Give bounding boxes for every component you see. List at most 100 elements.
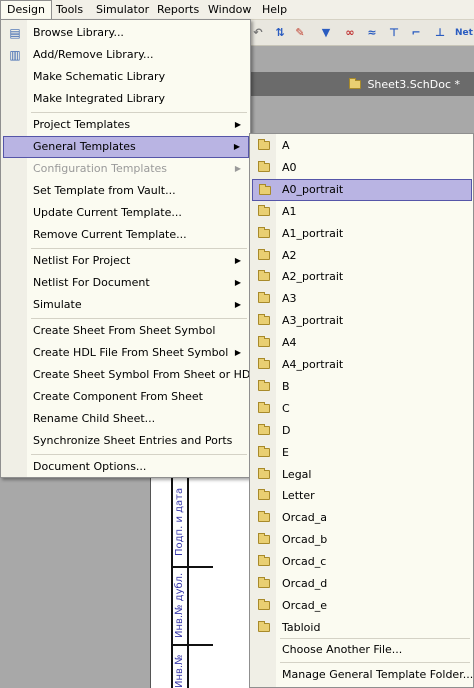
template-item[interactable]: A1_portrait (252, 223, 472, 245)
template-item[interactable]: Orcad_d (252, 573, 472, 595)
template-item[interactable]: A0_portrait (252, 178, 472, 201)
create-sheet-from-symbol-item[interactable]: Create Sheet From Sheet Symbol (3, 320, 249, 342)
template-item[interactable]: Orcad_e (252, 595, 472, 617)
wire-icon[interactable]: ∞ (342, 25, 358, 41)
power-port-icon[interactable]: ⊥ (432, 25, 448, 41)
general-templates-submenu: A A0 A0_portrait A1 A1_portrait A2 A2_portrait… (249, 133, 474, 688)
document-options-item[interactable]: Document Options... (3, 456, 249, 478)
submenu-arrow-icon: ▶ (234, 120, 241, 129)
set-template-from-vault-item[interactable]: Set Template from Vault... (3, 180, 249, 202)
template-label: A1 (282, 204, 297, 218)
simulate-item[interactable]: Simulate ▶ (3, 294, 249, 316)
template-item[interactable]: A0 (252, 157, 472, 179)
submenu-arrow-icon: ▶ (234, 164, 241, 173)
item-label: Browse Library... (33, 26, 124, 39)
manage-template-folder-item[interactable]: Manage General Template Folder... (252, 664, 474, 686)
template-item[interactable]: Orcad_a (252, 507, 472, 529)
template-label: A0_portrait (282, 182, 344, 196)
create-component-from-sheet-item[interactable]: Create Component From Sheet (3, 386, 249, 408)
remove-current-template-item[interactable]: Remove Current Template... (3, 224, 249, 246)
template-item[interactable]: B (252, 376, 472, 398)
template-item[interactable]: A2_portrait (252, 266, 472, 288)
update-current-template-item[interactable]: Update Current Template... (3, 202, 249, 224)
folder-icon (258, 401, 270, 413)
template-item[interactable]: A2 (252, 245, 472, 267)
synchronize-sheet-entries-item[interactable]: Synchronize Sheet Entries and Ports (3, 430, 249, 452)
folder-icon (258, 139, 270, 150)
signal-harness-icon[interactable]: ⌐ (408, 25, 424, 41)
template-label: C (282, 401, 290, 415)
make-integrated-library-item[interactable]: Make Integrated Library (3, 88, 249, 110)
menu-simulator[interactable]: Simulator (90, 0, 155, 20)
menu-window[interactable]: Window (202, 0, 257, 20)
template-item[interactable]: C (252, 398, 472, 420)
template-item[interactable]: A4 (252, 332, 472, 354)
sheet-label-sign-date: Подп. и дата (174, 487, 185, 556)
item-label: Document Options... (33, 460, 147, 473)
add-remove-library-item[interactable]: ▥ Add/Remove Library... (3, 44, 249, 66)
wand-icon[interactable]: ✎ (292, 25, 308, 41)
submenu-arrow-icon: ▶ (234, 278, 241, 287)
sheet-label-inv-dup: Инв.№ дубл. (174, 572, 185, 638)
folder-icon (258, 358, 270, 369)
rename-child-sheet-item[interactable]: Rename Child Sheet... (3, 408, 249, 430)
template-item[interactable]: A1 (252, 201, 472, 223)
tab-sheet3[interactable]: Sheet3.SchDoc * (345, 75, 466, 96)
folder-icon (258, 379, 270, 391)
item-label: Create Sheet From Sheet Symbol (33, 324, 216, 337)
template-item[interactable]: Letter (252, 485, 472, 507)
template-item[interactable]: A (252, 135, 472, 157)
choose-another-file-item[interactable]: Choose Another File... (252, 639, 472, 661)
bus-entry-icon[interactable]: ⊤ (386, 25, 402, 41)
menu-separator (280, 662, 470, 663)
template-item[interactable]: Tabloid (252, 617, 472, 639)
menu-bar: Design Tools Simulator Reports Window He… (0, 0, 474, 20)
folder-icon (258, 467, 270, 479)
template-item[interactable]: A3_portrait (252, 310, 472, 332)
folder-icon (258, 555, 270, 567)
design-menu: ▤ Browse Library... ▥ Add/Remove Library… (0, 19, 257, 478)
net-label-icon[interactable]: Net (454, 25, 474, 41)
toolbar: ↶ ⇅ ✎ ▼ ∞ ≈ ⊤ ⌐ ⊥ Net (248, 20, 474, 46)
template-item[interactable]: A4_portrait (252, 354, 472, 376)
netlist-for-project-item[interactable]: Netlist For Project ▶ (3, 250, 249, 272)
sort-arrows-icon[interactable]: ⇅ (272, 25, 288, 41)
template-item[interactable]: A3 (252, 288, 472, 310)
browse-library-item[interactable]: ▤ Browse Library... (3, 22, 249, 44)
filter-icon[interactable]: ▼ (318, 25, 334, 41)
item-label: Configuration Templates (33, 162, 168, 175)
item-label: Manage General Template Folder... (282, 668, 474, 681)
item-label: Create Component From Sheet (33, 390, 203, 403)
bus-icon[interactable]: ≈ (364, 25, 380, 41)
template-item[interactable]: E (252, 442, 472, 464)
project-templates-item[interactable]: Project Templates ▶ (3, 114, 249, 136)
template-item[interactable]: D (252, 420, 472, 442)
template-item[interactable]: Legal (252, 464, 472, 486)
menu-tools[interactable]: Tools (50, 0, 89, 20)
template-item[interactable]: Orcad_c (252, 551, 472, 573)
menu-separator (31, 112, 247, 113)
folder-icon (258, 204, 270, 216)
general-templates-item[interactable]: General Templates ▶ (3, 136, 249, 158)
template-label: Orcad_d (282, 577, 328, 590)
item-label: Create HDL File From Sheet Symbol (33, 346, 229, 359)
template-label: A1_portrait (282, 226, 344, 240)
menu-design[interactable]: Design (0, 0, 52, 20)
library-icon: ▤ (9, 26, 21, 40)
template-item[interactable]: Orcad_b (252, 529, 472, 551)
template-label: Orcad_e (282, 598, 327, 612)
netlist-for-document-item[interactable]: Netlist For Document ▶ (3, 272, 249, 294)
configuration-templates-item: Configuration Templates ▶ (3, 158, 249, 180)
menu-reports[interactable]: Reports (151, 0, 205, 20)
folder-icon (258, 336, 270, 348)
create-sheet-symbol-item[interactable]: Create Sheet Symbol From Sheet or HDL (3, 364, 257, 386)
folder-icon (258, 292, 270, 304)
undo-icon[interactable]: ↶ (250, 25, 266, 41)
item-label: Set Template from Vault... (33, 184, 176, 197)
make-schematic-library-item[interactable]: Make Schematic Library (3, 66, 249, 88)
menu-help[interactable]: Help (256, 0, 293, 20)
submenu-arrow-icon: ▶ (234, 348, 241, 357)
create-hdl-file-item[interactable]: Create HDL File From Sheet Symbol ▶ (3, 342, 249, 364)
folder-icon (258, 489, 270, 501)
submenu-arrow-icon: ▶ (233, 142, 240, 151)
